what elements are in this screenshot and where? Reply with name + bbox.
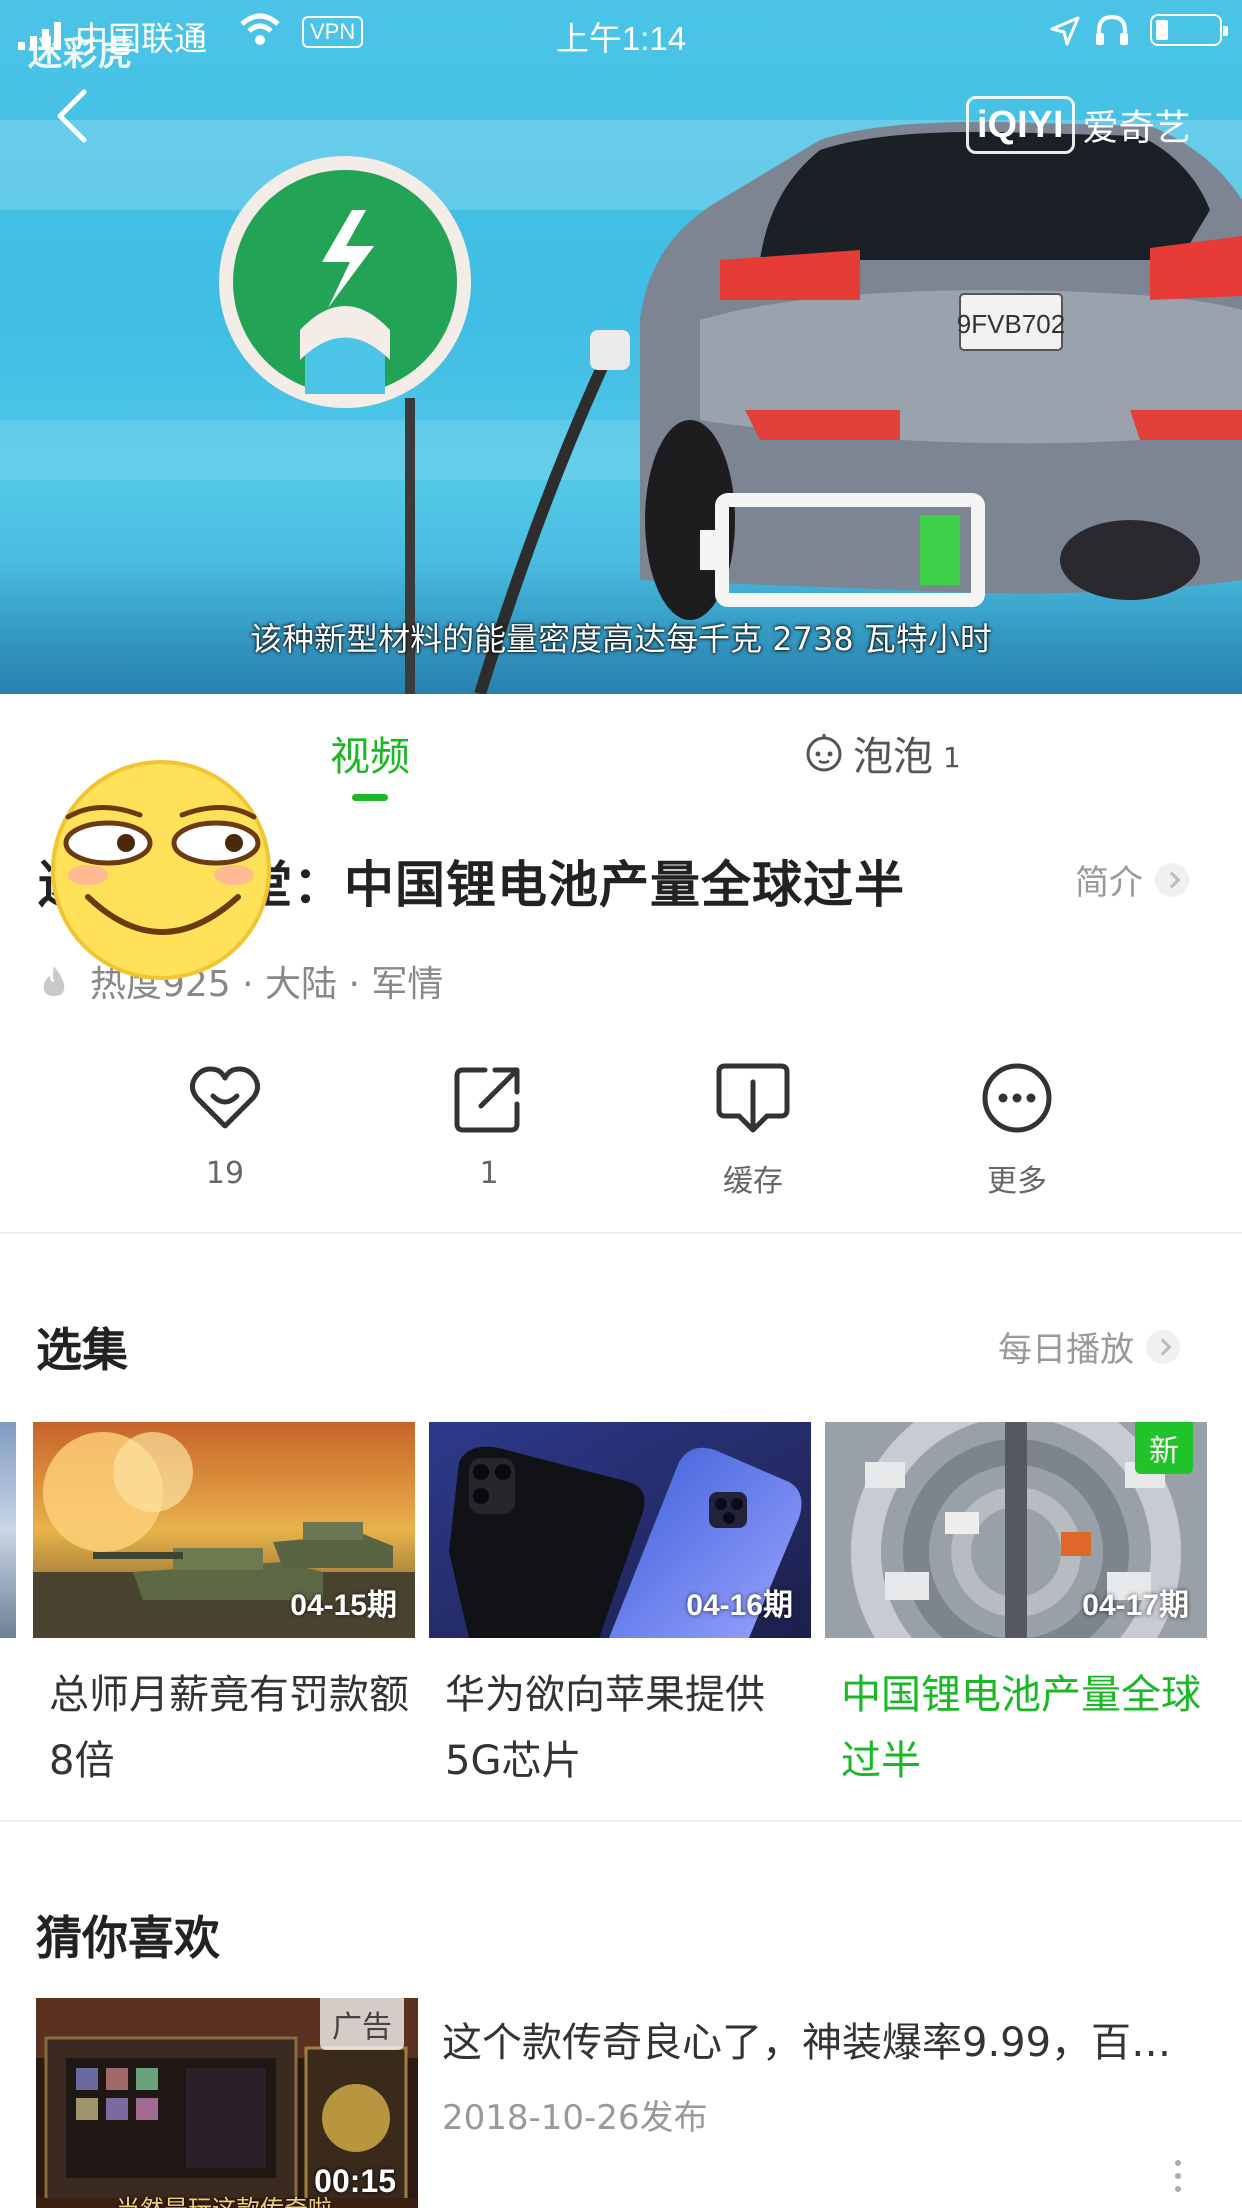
chevron-right-icon — [1146, 1329, 1180, 1364]
episode-thumbnail: 04-16期 — [429, 1422, 811, 1638]
episode-thumbnail: 新 04-17期 — [825, 1422, 1207, 1638]
previous-episode-thumbnail[interactable] — [0, 1422, 16, 1638]
episode-period: 04-16期 — [686, 1589, 793, 1622]
share-icon — [454, 1067, 520, 1133]
tab-video[interactable]: 视频 — [330, 724, 410, 782]
section-divider — [0, 1820, 1242, 1822]
thumbnail-caption: 当然是玩这款传奇啦 — [116, 2189, 332, 2208]
tab-active-indicator — [352, 794, 388, 801]
download-icon — [716, 1063, 790, 1133]
iqiyi-text: 爱奇艺 — [1082, 108, 1191, 149]
tab-bubble[interactable]: 泡泡 1 — [805, 724, 961, 782]
recommend-title: 猜你喜欢 — [36, 1911, 220, 1965]
more-icon — [982, 1063, 1052, 1133]
back-arrow-icon[interactable] — [52, 86, 92, 146]
recommend-thumbnail[interactable]: 广告 00:15 当然是玩这款传奇啦 — [36, 1998, 418, 2208]
share-button[interactable]: 1 — [414, 1060, 564, 1191]
kebab-menu-icon[interactable] — [1168, 2160, 1188, 2208]
section-divider — [0, 1232, 1242, 1234]
more-button[interactable]: 更多 — [942, 1060, 1092, 1200]
iqiyi-watermark: iQIYI 爱奇艺 — [966, 95, 1191, 155]
channel-watermark: 迷彩虎 — [28, 34, 133, 74]
like-count: 19 — [205, 1156, 245, 1191]
episode-caption-current: 中国锂电池产量全球过半 — [841, 1672, 1201, 1784]
video-player[interactable]: 9FVB702 中国联通 VPN 上午1:14 迷彩虎 iQIYI 爱奇艺 该种… — [0, 0, 1242, 694]
bubble-count: 1 — [943, 740, 961, 774]
location-icon — [1050, 16, 1080, 46]
more-label: 更多 — [987, 1164, 1047, 1199]
episode-caption: 华为欲向苹果提供5G芯片 — [445, 1672, 765, 1784]
new-badge: 新 — [1135, 1422, 1193, 1474]
iqiyi-logo: iQIYI — [966, 96, 1075, 154]
intro-label: 简介 — [1075, 863, 1143, 903]
tab-bubble-label: 泡泡 — [853, 734, 933, 780]
action-bar: 19 1 缓存 更多 — [0, 1060, 1242, 1210]
episode-period: 04-15期 — [290, 1589, 397, 1622]
episode-period: 04-17期 — [1082, 1589, 1189, 1622]
recommend-item-title[interactable]: 这个款传奇良心了，神装爆率9.99，百分百出神装 — [442, 2010, 1182, 2068]
episode-caption: 总师月薪竟有罚款额8倍 — [49, 1672, 409, 1784]
smirk-emoji-sticker — [51, 760, 271, 980]
chevron-right-icon — [1155, 862, 1189, 897]
heart-icon — [189, 1066, 261, 1129]
status-bar: 中国联通 VPN 上午1:14 — [0, 0, 1242, 62]
episode-card[interactable]: 新 04-17期 中国锂电池产量全球过半 — [825, 1422, 1207, 1794]
ad-badge: 广告 — [320, 1998, 404, 2050]
cache-button[interactable]: 缓存 — [678, 1060, 828, 1200]
license-plate: 9FVB702 — [957, 309, 1065, 339]
share-count: 1 — [479, 1156, 499, 1191]
battery-icon — [1150, 14, 1228, 46]
episodes-title: 选集 — [36, 1323, 128, 1377]
cache-label: 缓存 — [723, 1164, 783, 1199]
video-subtitle: 该种新型材料的能量密度高达每千克 2738 瓦特小时 — [250, 620, 992, 658]
headphones-icon — [1096, 14, 1128, 45]
intro-link[interactable]: 简介 — [1075, 855, 1189, 904]
episode-card[interactable]: 04-15期 总师月薪竟有罚款额8倍 — [33, 1422, 415, 1794]
daily-play-link[interactable]: 每日播放 — [998, 1322, 1180, 1371]
daily-play-label: 每日播放 — [998, 1330, 1134, 1370]
episode-thumbnail: 04-15期 — [33, 1422, 415, 1638]
episode-card[interactable]: 04-16期 华为欲向苹果提供5G芯片 — [429, 1422, 811, 1794]
like-button[interactable]: 19 — [150, 1060, 300, 1191]
bubble-face-icon — [806, 734, 842, 772]
recommend-item-date: 2018-10-26发布 — [442, 2098, 708, 2138]
